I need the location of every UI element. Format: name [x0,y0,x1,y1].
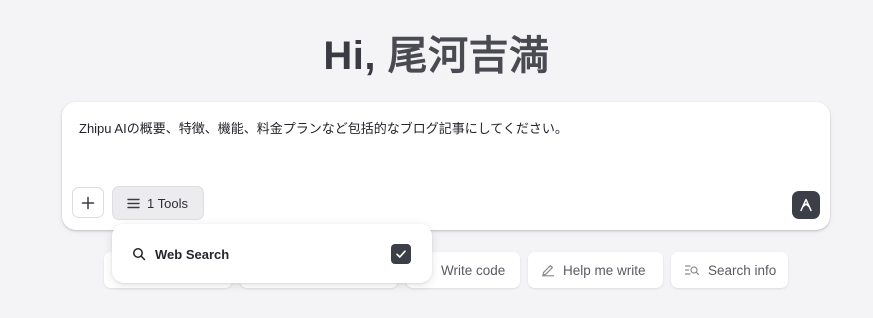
suggestion-search-info-label: Search info [708,262,777,278]
add-attachment-button[interactable] [72,187,104,218]
checkmark-icon [395,248,407,260]
suggestion-help-me-write[interactable]: Help me write [528,252,663,288]
greeting-prefix: Hi, [323,34,388,78]
tools-dropdown-menu: Web Search [112,224,432,283]
prompt-input-text[interactable]: Zhipu AIの概要、特徴、機能、料金プランなど包括的なブログ記事にしてくださ… [79,118,568,137]
menu-icon [127,198,140,209]
send-arrow-icon [798,197,814,213]
suggestion-search-info[interactable]: Search info [671,252,788,288]
suggestion-help-me-write-label: Help me write [563,262,646,278]
greeting-heading: Hi, 尾河吉満 [0,28,873,84]
message-composer[interactable]: Zhipu AIの概要、特徴、機能、料金プランなど包括的なブログ記事にしてくださ… [62,102,830,230]
greeting-username: 尾河吉満 [387,34,550,78]
tools-menu-item-web-search[interactable]: Web Search [132,242,412,266]
send-button[interactable] [792,191,820,219]
web-search-checkbox[interactable] [391,244,411,264]
tools-button-label: 1 Tools [147,195,188,211]
plus-icon [81,196,95,210]
pen-icon [541,263,555,277]
tools-button[interactable]: 1 Tools [112,186,204,220]
search-info-icon [684,263,700,277]
web-search-label: Web Search [155,246,230,262]
suggestion-write-code-label: Write code [441,262,506,278]
chat-home-page: Hi, 尾河吉満 Zhipu AIの概要、特徴、機能、料金プランなど包括的なブロ… [0,0,873,318]
search-icon [132,247,146,261]
